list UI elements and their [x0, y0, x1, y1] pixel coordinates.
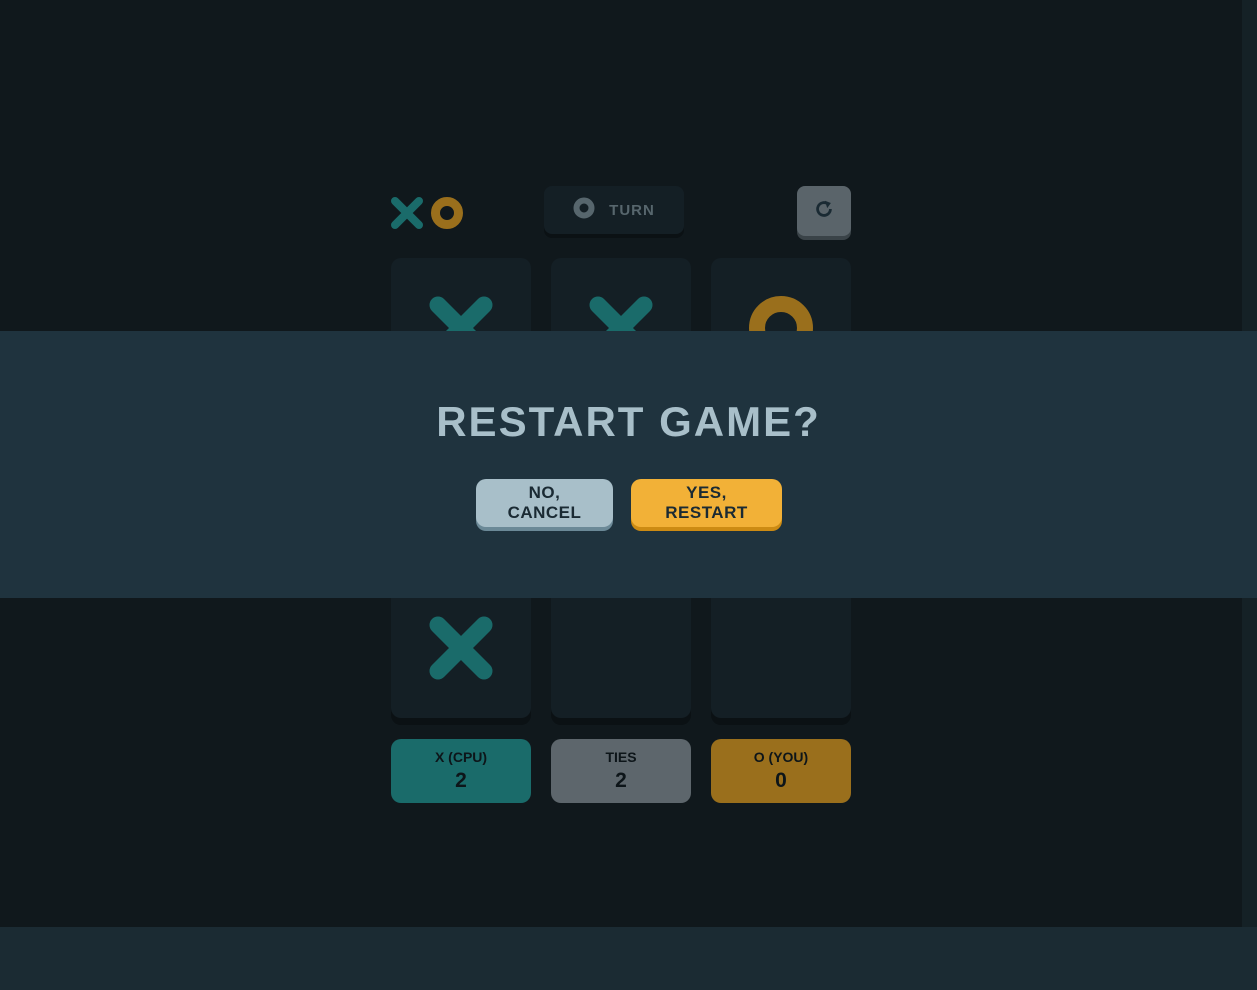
restart-button[interactable]: [797, 186, 851, 236]
confirm-restart-button[interactable]: YES, RESTART: [631, 479, 782, 527]
board-cell-9[interactable]: [711, 578, 851, 718]
dialog-title: RESTART GAME?: [436, 398, 821, 445]
board-cell-7[interactable]: [391, 578, 531, 718]
turn-indicator: TURN: [544, 186, 684, 234]
x-mark-icon: [429, 616, 493, 680]
x-mark-icon: [391, 197, 423, 229]
score-value: 2: [615, 769, 627, 792]
score-x-cpu: X (CPU) 2: [391, 739, 531, 803]
score-value: 2: [455, 769, 467, 792]
o-mark-icon: [431, 197, 463, 229]
restart-icon: [813, 198, 835, 225]
turn-label: TURN: [609, 201, 655, 219]
board-cell-8[interactable]: [551, 578, 691, 718]
score-ties: TIES 2: [551, 739, 691, 803]
logo: [391, 197, 463, 229]
score-label: X (CPU): [434, 749, 488, 765]
scoreboard: X (CPU) 2 TIES 2 O (YOU) 0: [391, 739, 851, 803]
score-o-you: O (YOU) 0: [711, 739, 851, 803]
score-label: O (YOU): [753, 749, 809, 765]
score-label: TIES: [605, 749, 637, 765]
o-mark-icon: [573, 197, 595, 224]
cancel-button[interactable]: NO, CANCEL: [476, 479, 613, 527]
dialog-actions: NO, CANCEL YES, RESTART: [476, 479, 782, 527]
restart-dialog: RESTART GAME? NO, CANCEL YES, RESTART: [0, 331, 1257, 598]
score-value: 0: [775, 769, 787, 792]
